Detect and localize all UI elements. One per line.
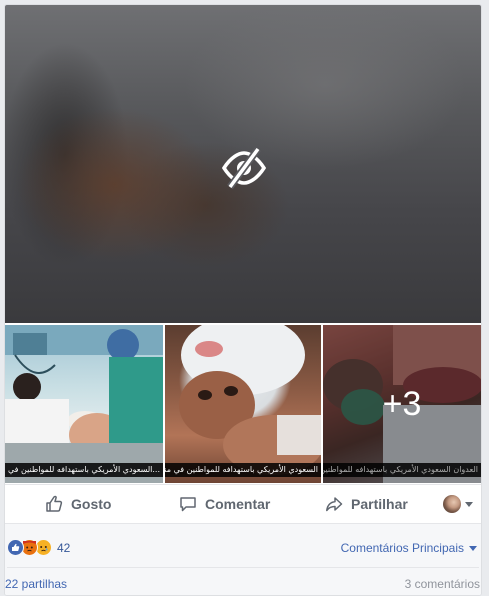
post-footer: 42 Comentários Principais 22 partilhas 3… bbox=[5, 523, 481, 595]
reaction-count: 42 bbox=[57, 540, 71, 555]
speech-bubble-icon bbox=[180, 497, 196, 512]
post-card: ...السعودي الأمريكي باستهدافه للمواطنين … bbox=[4, 4, 482, 596]
like-button[interactable]: Gosto bbox=[45, 487, 111, 521]
hospital-scene-graphic bbox=[5, 325, 163, 483]
share-button[interactable]: Partilhar bbox=[325, 487, 408, 521]
comment-button[interactable]: Comentar bbox=[179, 487, 270, 521]
like-label: Gosto bbox=[71, 496, 112, 512]
eye-slash-icon bbox=[221, 147, 267, 189]
reactions-summary[interactable]: 42 bbox=[7, 539, 70, 556]
like-reaction-icon bbox=[7, 539, 24, 556]
photo-thumbnail-3[interactable]: العدوان السعودي الأمريكي باستهدافه للموا… bbox=[323, 325, 481, 483]
thumbnail-caption: السعودي الأمريكي باستهدافه للمواطنين في … bbox=[165, 463, 321, 477]
chevron-down-icon bbox=[469, 545, 477, 551]
chevron-down-icon bbox=[465, 501, 473, 507]
post-as-selector[interactable] bbox=[443, 495, 473, 513]
comments-count[interactable]: 3 comentários bbox=[405, 577, 480, 591]
post-actions: Gosto Comentar Partilhar bbox=[5, 487, 481, 521]
divider bbox=[7, 567, 479, 568]
share-label: Partilhar bbox=[351, 496, 408, 512]
share-arrow-icon bbox=[326, 497, 343, 512]
more-photos-overlay[interactable]: +3 bbox=[323, 325, 481, 483]
photo-thumbnail-1[interactable]: ...السعودي الأمريكي باستهدافه للمواطنين … bbox=[5, 325, 163, 483]
photo-thumbnail-2[interactable]: السعودي الأمريكي باستهدافه للمواطنين في … bbox=[165, 325, 321, 483]
shares-count-link[interactable]: 22 partilhas bbox=[5, 577, 67, 591]
comments-sort-label: Comentários Principais bbox=[340, 541, 464, 555]
blurred-main-photo[interactable] bbox=[5, 5, 481, 323]
injured-child-graphic bbox=[179, 325, 321, 475]
comments-sort-dropdown[interactable]: Comentários Principais bbox=[341, 541, 477, 555]
thumbs-up-icon bbox=[46, 495, 63, 512]
comment-label: Comentar bbox=[205, 496, 271, 512]
divider bbox=[5, 523, 481, 524]
photo-thumbnails: ...السعودي الأمريكي باستهدافه للمواطنين … bbox=[5, 325, 481, 483]
thumbnail-caption: ...السعودي الأمريكي باستهدافه للمواطنين … bbox=[5, 463, 163, 477]
divider bbox=[5, 484, 481, 485]
avatar bbox=[443, 495, 461, 513]
